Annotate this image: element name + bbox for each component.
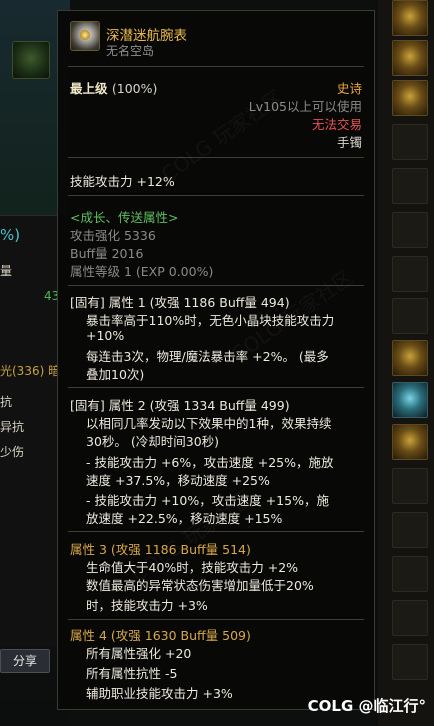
attribute-line: 所有属性强化 +20: [86, 646, 192, 661]
attribute-line: 生命值大于40%时，技能攻击力 +2%: [86, 560, 299, 575]
inventory-slot[interactable]: [392, 556, 428, 592]
inventory-slot[interactable]: [392, 424, 428, 460]
base-stat: 技能攻击力 +12%: [70, 174, 175, 189]
equipment-slot-icon[interactable]: [12, 41, 50, 79]
attribute-line: 以相同几率发动以下效果中的1种，效果持续: [86, 416, 332, 431]
divider: [68, 195, 364, 196]
wristwatch-icon: [70, 21, 100, 51]
inventory-slot[interactable]: [392, 600, 428, 636]
attribute-title: 属性 4 (攻强 1630 Buff量 509): [70, 628, 251, 643]
attribute-title: [固有] 属性 2 (攻强 1334 Buff量 499): [70, 398, 290, 413]
inventory-grid: [378, 0, 434, 726]
attribute-title: [固有] 属性 1 (攻强 1186 Buff量 494): [70, 295, 290, 310]
item-grade: 最上级 (100%): [70, 78, 157, 97]
attribute-line: 每连击3次，物理/魔法暴击率 +2%。 (最多: [86, 349, 329, 364]
attribute-line: 时，技能攻击力 +3%: [86, 598, 208, 613]
inventory-slot[interactable]: [392, 124, 428, 160]
inventory-slot[interactable]: [392, 468, 428, 504]
inventory-slot[interactable]: [392, 80, 428, 116]
stat-fragment: 量: [0, 264, 13, 278]
stat-fragment: 光(336) 暗: [0, 364, 61, 378]
stat-fragment: %): [0, 226, 21, 244]
divider: [68, 157, 364, 158]
attribute-level: 属性等级 1 (EXP 0.00%): [70, 264, 214, 279]
grade-label: 最上级: [70, 81, 108, 96]
attribute-line: 所有属性抗性 -5: [86, 666, 178, 681]
atk-enhance: 攻击强化 5336: [70, 228, 156, 243]
attribute-line: 30秒。 (冷却时间30秒): [86, 434, 220, 449]
stat-fragment: 抗: [0, 395, 13, 409]
attribute-line: - 技能攻击力 +6%，攻击速度 +25%，施放: [86, 455, 334, 470]
inventory-slot[interactable]: [392, 644, 428, 680]
inventory-slot[interactable]: [392, 382, 428, 418]
stat-fragment: 异抗: [0, 420, 25, 434]
growth-header: <成长、传送属性>: [70, 210, 179, 225]
inventory-slot[interactable]: [392, 512, 428, 548]
divider: [68, 619, 364, 620]
divider: [68, 66, 364, 67]
inventory-slot[interactable]: [392, 40, 428, 76]
trade-status: 无法交易: [311, 117, 362, 132]
item-subtitle: 无名空岛: [106, 44, 155, 58]
grade-percent: (100%): [111, 81, 158, 96]
item-name: 深潜迷航腕表: [106, 28, 187, 44]
stat-fragment: 少伤: [0, 445, 25, 459]
inventory-slot[interactable]: [392, 212, 428, 248]
inventory-slot[interactable]: [392, 0, 428, 36]
item-rarity: 史诗: [336, 81, 362, 96]
attribute-line: 数值最高的异常状态伤害增加量低于20%: [86, 578, 314, 593]
attribute-line: 辅助职业技能攻击力 +3%: [86, 686, 233, 701]
share-button[interactable]: 分享: [0, 649, 50, 673]
inventory-slot[interactable]: [392, 340, 428, 376]
inventory-slot[interactable]: [392, 256, 428, 292]
divider: [68, 387, 364, 388]
attribute-line: +10%: [86, 328, 125, 343]
item-tooltip: 深潜迷航腕表 无名空岛 最上级 (100%) 史诗 Lv105以上可以使用 无法…: [57, 10, 375, 710]
buff-amount: Buff量 2016: [70, 246, 144, 261]
inventory-slot[interactable]: [392, 168, 428, 204]
item-slot-type: 手镯: [336, 135, 362, 150]
inventory-slot[interactable]: [392, 298, 428, 334]
brand-watermark: COLG @临江行°: [307, 697, 426, 715]
attribute-line: 叠加10次): [86, 367, 145, 382]
